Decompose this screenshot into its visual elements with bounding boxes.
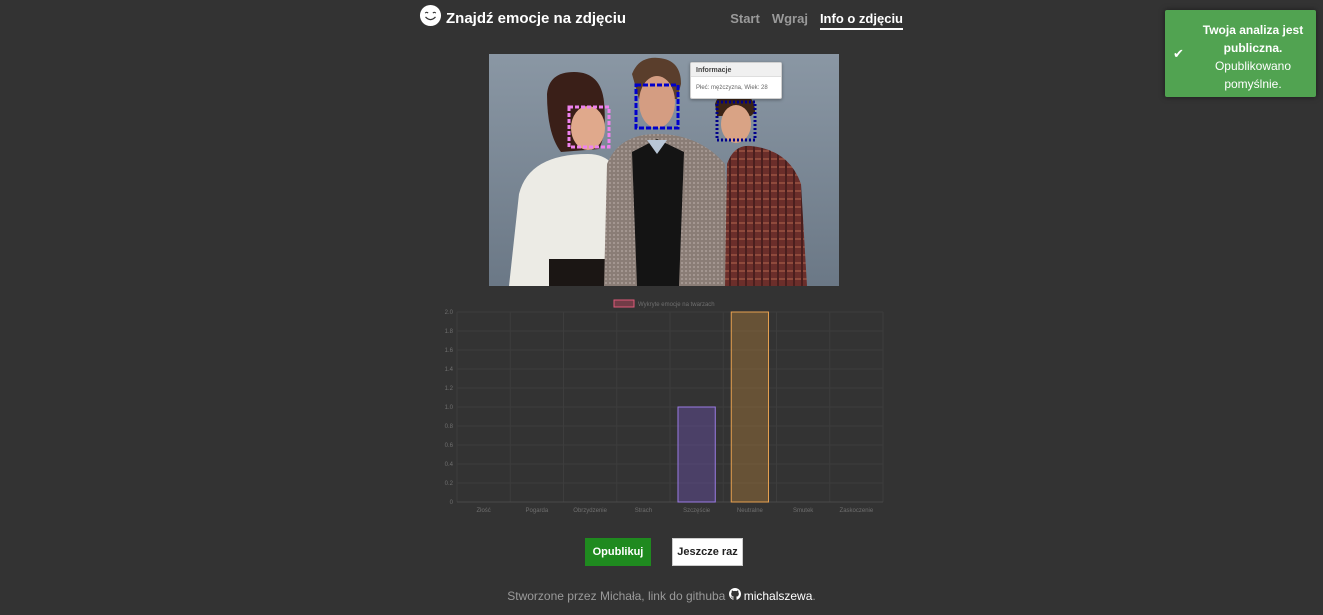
y-tick-label: 1.2 [445,386,454,392]
y-tick-label: 1.4 [445,367,454,373]
footer-text: Stworzone przez Michała, link do githuba [507,589,726,603]
emotion-bar-chart: Wykryte emocje na twarzach 0 0.2 0.4 0.6 0.8 1… [445,299,884,514]
github-icon [728,588,741,603]
face-info-tooltip: Informacje Płeć: mężczyzna, Wiek: 28 [690,62,782,99]
emotion-chart: Wykryte emocje na twarzach 0 0.2 0.4 0.6 0.8 1… [430,296,890,520]
y-tick-label: 0.8 [445,424,454,430]
footer-period: . [812,589,816,603]
smiley-icon [419,4,442,32]
publish-button[interactable]: Opublikuj [585,538,651,566]
tooltip-body: Płeć: mężczyzna, Wiek: 28 [696,85,768,91]
analyzed-photo [489,54,839,286]
try-again-button[interactable]: Jeszcze raz [672,538,743,566]
check-icon: ✔ [1173,46,1184,61]
x-tick-label: Złość [476,508,490,514]
y-tick-label: 1.0 [445,405,454,411]
nav-upload[interactable]: Wgraj [772,11,808,30]
bar-neutralne [730,311,770,503]
x-tick-label: Neutralne [737,508,764,514]
app-title: Znajdź emocje na zdjęciu [446,9,627,27]
brand[interactable]: Znajdź emocje na zdjęciu [419,4,626,32]
github-link[interactable]: michalszewa [728,588,813,603]
photo-illustration [489,54,839,286]
top-navbar: Znajdź emocje na zdjęciu Start Wgraj Inf… [419,0,905,40]
y-tick-label: 2.0 [445,310,454,316]
x-tick-label: Obrzydzenie [573,508,607,514]
nav-start[interactable]: Start [730,11,760,30]
legend-swatch [613,299,635,308]
nav-photo-info[interactable]: Info o zdjęciu [819,11,903,30]
x-tick-label: Zaskoczenie [840,508,874,514]
toast-content: Twoja analiza jest publiczna. Opublikowa… [1197,21,1309,93]
x-tick-label: Smutek [793,508,814,514]
y-tick-label: 0.4 [445,462,454,468]
toast-title: Twoja analiza jest publiczna. [1202,23,1304,55]
y-tick-label: 0.2 [445,481,454,487]
legend-label: Wykryte emocje na twarzach [638,302,715,308]
y-tick-label: 0.6 [445,443,454,449]
x-tick-label: Szczęście [683,508,711,514]
tooltip-title: Informacje [691,63,781,77]
footer: Stworzone przez Michała, link do githuba… [0,588,1323,603]
x-tick-label: Pogarda [526,508,549,514]
nav-menu: Start Wgraj Info o zdjęciu [730,11,903,30]
bar-szczęście [677,406,716,503]
github-username: michalszewa [743,588,813,603]
y-tick-label: 0 [450,500,454,506]
toast-message: Opublikowano pomyślnie. [1214,59,1292,91]
success-toast[interactable]: ✔ Twoja analiza jest publiczna. Opubliko… [1165,10,1316,97]
x-tick-label: Strach [635,508,652,514]
y-tick-label: 1.6 [445,348,454,354]
y-tick-label: 1.8 [445,329,454,335]
